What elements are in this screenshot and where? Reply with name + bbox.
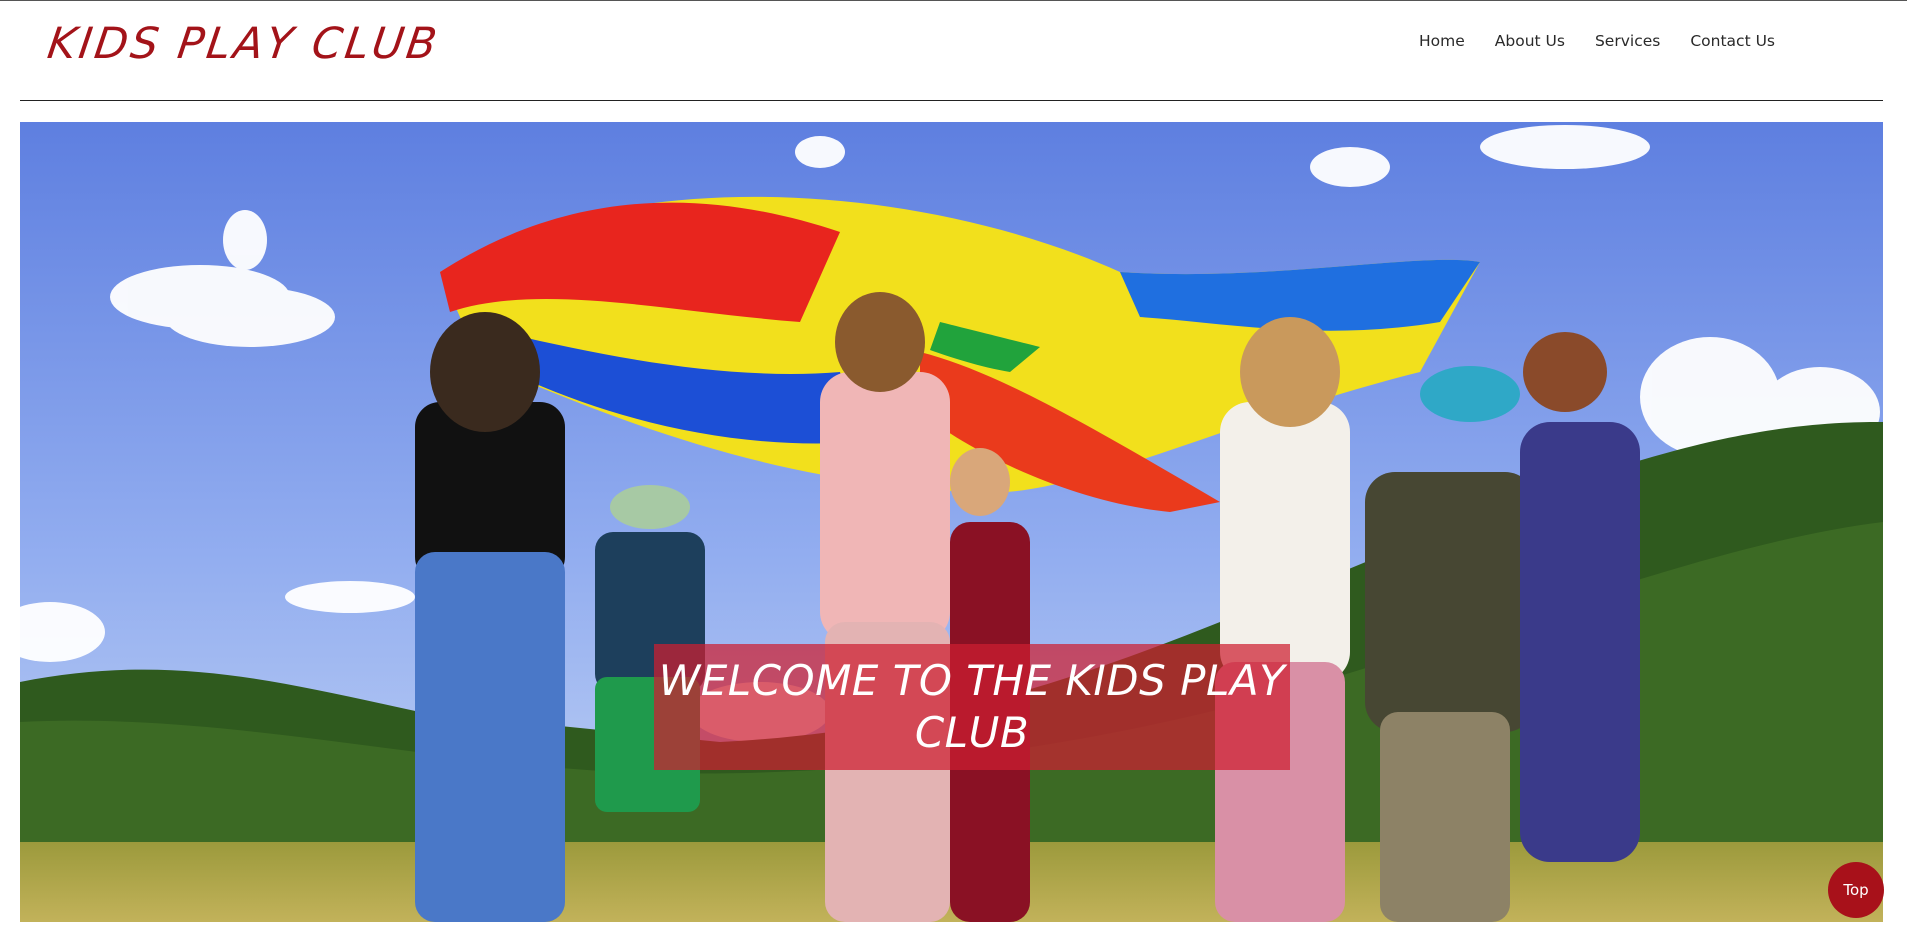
header-divider	[20, 100, 1883, 101]
site-logo[interactable]: KIDS PLAY CLUB	[44, 14, 444, 74]
nav-services-link[interactable]: Services	[1595, 30, 1660, 52]
back-to-top-button[interactable]: Top	[1828, 862, 1884, 918]
hero-title: WELCOME TO THE KIDS PLAY CLUB	[658, 656, 1286, 757]
nav-contact-link[interactable]: Contact Us	[1690, 30, 1775, 52]
hero-image	[20, 122, 1883, 922]
site-header: KIDS PLAY CLUB Home About Us Services Co…	[0, 0, 1907, 100]
hero-banner: WELCOME TO THE KIDS PLAY CLUB	[20, 122, 1883, 922]
main-nav: Home About Us Services Contact Us	[1419, 30, 1775, 52]
welcome-overlay: WELCOME TO THE KIDS PLAY CLUB	[654, 644, 1290, 770]
nav-home-link[interactable]: Home	[1419, 30, 1465, 52]
nav-about-link[interactable]: About Us	[1495, 30, 1565, 52]
